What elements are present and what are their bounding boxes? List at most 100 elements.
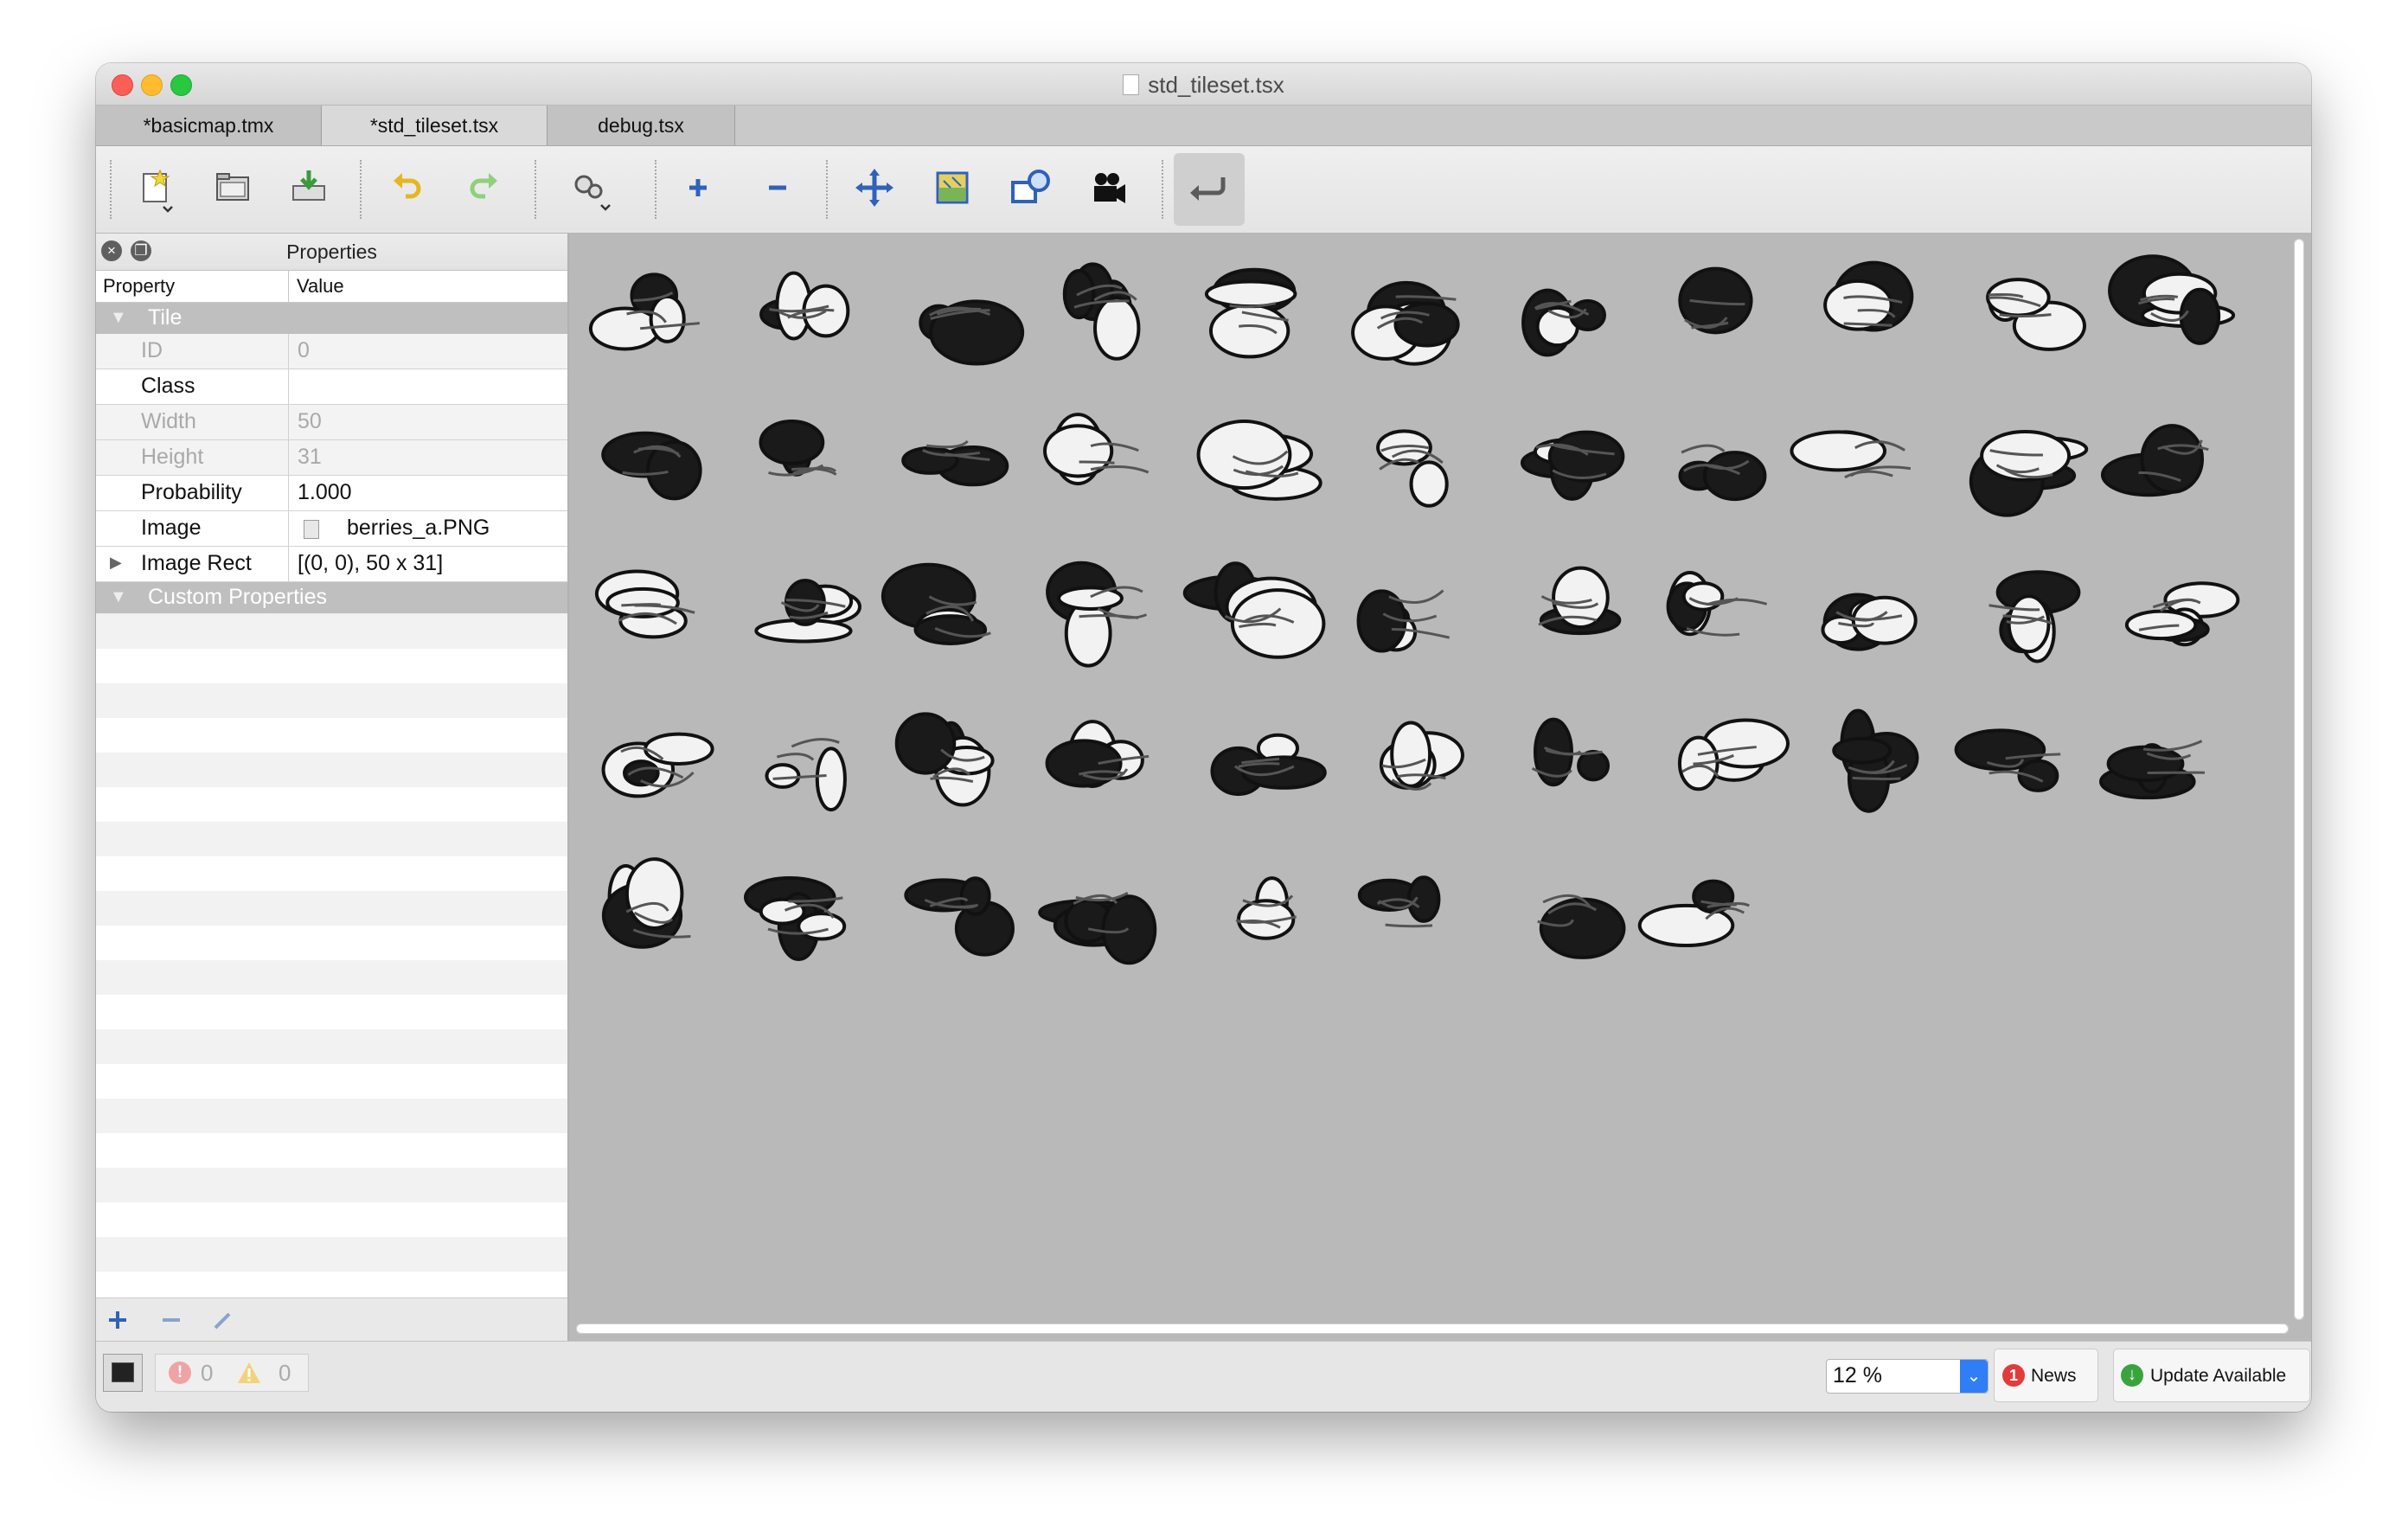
tile-thumbnail[interactable]	[1204, 267, 1297, 359]
tile-thumbnail[interactable]	[1062, 262, 1141, 361]
undo-button[interactable]	[381, 162, 433, 214]
tile-thumbnail[interactable]	[1521, 288, 1606, 357]
tile-thumbnail[interactable]	[1376, 429, 1449, 508]
empty-property-row	[96, 1133, 567, 1168]
tile-thumbnail[interactable]	[759, 420, 837, 477]
tile-thumbnail[interactable]	[1986, 278, 2086, 351]
tile-thumbnail[interactable]	[901, 439, 1009, 487]
tile-thumbnail[interactable]	[1046, 561, 1148, 668]
tile-thumbnail[interactable]	[1637, 879, 1750, 948]
property-column-header[interactable]: Property	[103, 275, 175, 298]
collapse-triangle-icon[interactable]: ▼	[110, 308, 127, 328]
property-row-width[interactable]: Width 50	[96, 405, 567, 440]
edit-collision-button[interactable]	[1004, 162, 1056, 214]
property-row-class[interactable]: Class	[96, 369, 567, 405]
tile-thumbnail[interactable]	[1823, 260, 1914, 332]
tile-thumbnail[interactable]	[2100, 424, 2209, 497]
open-button[interactable]	[207, 162, 259, 214]
horizontal-scrollbar[interactable]	[576, 1323, 2289, 1334]
add-property-icon[interactable]	[105, 1307, 131, 1333]
tile-group-row[interactable]: ▼ Tile	[96, 303, 567, 334]
tile-thumbnail[interactable]	[1678, 444, 1767, 502]
property-row-image[interactable]: Image berries_a.PNG	[96, 511, 567, 547]
vertical-scrollbar[interactable]	[2294, 239, 2304, 1320]
tile-thumbnail[interactable]	[1969, 430, 2089, 517]
tab-debug[interactable]: debug.tsx	[548, 106, 735, 145]
issues-button[interactable]: ! 0 0	[155, 1354, 309, 1392]
tile-thumbnail[interactable]	[1351, 280, 1460, 366]
custom-properties-group-row[interactable]: ▼ Custom Properties	[96, 582, 567, 613]
expand-triangle-icon[interactable]: ▶	[110, 554, 122, 572]
value-column-header[interactable]: Value	[297, 275, 344, 298]
property-row-probability[interactable]: Probability 1.000	[96, 476, 567, 511]
tile-thumbnail[interactable]	[759, 271, 850, 341]
new-tileset-button[interactable]	[131, 162, 183, 214]
tile-thumbnail[interactable]	[1531, 717, 1611, 787]
zoom-combobox[interactable]: 12 % ⌄	[1826, 1359, 1989, 1394]
dynamic-wrapping-button[interactable]	[849, 162, 900, 214]
tile-thumbnail[interactable]	[594, 569, 695, 639]
tileset-view[interactable]	[569, 234, 2311, 1341]
tile-thumbnail[interactable]	[743, 876, 847, 961]
edit-terrain-button[interactable]	[926, 162, 978, 214]
tile-thumbnail[interactable]	[881, 562, 991, 645]
tile-thumbnail[interactable]	[1954, 728, 2061, 792]
save-button[interactable]	[283, 162, 335, 214]
tile-thumbnail[interactable]	[601, 732, 714, 798]
property-value[interactable]: 1.000	[298, 480, 352, 505]
tile-thumbnail[interactable]	[1210, 733, 1327, 797]
news-button[interactable]: 1 News	[1994, 1349, 2098, 1402]
tile-thumbnail[interactable]	[904, 876, 1015, 957]
remove-property-icon[interactable]	[158, 1307, 184, 1333]
tab-basicmap[interactable]: *basicmap.tmx	[96, 106, 322, 145]
image-file-icon	[304, 520, 319, 539]
tile-thumbnail[interactable]	[2124, 581, 2240, 647]
chevron-down-icon[interactable]: ⌄	[1960, 1360, 1988, 1393]
tile-thumbnail[interactable]	[1520, 430, 1625, 501]
return-button[interactable]	[1174, 153, 1245, 226]
tile-thumbnail[interactable]	[1356, 589, 1451, 653]
tile-thumbnail[interactable]	[601, 431, 702, 501]
error-count: 0	[201, 1360, 214, 1386]
tile-thumbnail[interactable]	[1357, 875, 1441, 928]
tab-std-tileset[interactable]: *std_tileset.tsx	[322, 106, 548, 145]
tile-thumbnail[interactable]	[1045, 720, 1150, 788]
remove-tiles-button[interactable]	[752, 162, 804, 214]
edit-animation-button[interactable]	[1082, 162, 1134, 214]
tile-thumbnail[interactable]	[1196, 419, 1322, 501]
tile-thumbnail[interactable]	[1678, 266, 1753, 335]
rename-property-icon[interactable]	[210, 1307, 236, 1333]
tile-thumbnail[interactable]	[1821, 593, 1918, 651]
console-button[interactable]	[103, 1354, 143, 1392]
tile-thumbnail[interactable]	[1182, 561, 1326, 659]
tile-thumbnail[interactable]	[1043, 413, 1150, 486]
tile-thumbnail[interactable]	[1989, 570, 2081, 663]
tile-thumbnail[interactable]	[601, 857, 691, 949]
property-row-id[interactable]: ID 0	[96, 334, 567, 369]
tile-thumbnail[interactable]	[1537, 894, 1626, 959]
property-row-height[interactable]: Height 31	[96, 440, 567, 476]
tile-thumbnail[interactable]	[2098, 740, 2205, 800]
tile-thumbnail[interactable]	[588, 272, 700, 351]
tile-thumbnail[interactable]	[1235, 876, 1297, 940]
tile-thumbnail[interactable]	[2108, 254, 2236, 345]
tile-thumbnail[interactable]	[1379, 721, 1464, 791]
property-row-image-rect[interactable]: ▶ Image Rect [(0, 0), 50 x 31]	[96, 547, 567, 582]
tileset-properties-button[interactable]	[563, 162, 615, 214]
tile-thumbnail[interactable]	[894, 712, 995, 807]
tile-thumbnail[interactable]	[919, 299, 1025, 366]
tile-thumbnail[interactable]	[1677, 718, 1790, 791]
property-value[interactable]: berries_a.PNG	[347, 516, 490, 541]
add-tiles-button[interactable]	[672, 162, 724, 214]
tile-thumbnail[interactable]	[754, 579, 861, 644]
tile-thumbnail[interactable]	[765, 738, 847, 812]
tile-thumbnail[interactable]	[1790, 430, 1912, 479]
zoom-value[interactable]: 12 %	[1833, 1363, 1882, 1388]
tile-thumbnail[interactable]	[1832, 708, 1919, 813]
redo-button[interactable]	[458, 162, 509, 214]
update-available-button[interactable]: ↓ Update Available	[2113, 1349, 2310, 1402]
tile-thumbnail[interactable]	[1666, 570, 1768, 637]
tile-thumbnail[interactable]	[1038, 892, 1157, 965]
collapse-triangle-icon[interactable]: ▼	[110, 587, 127, 607]
tile-thumbnail[interactable]	[1538, 566, 1622, 636]
